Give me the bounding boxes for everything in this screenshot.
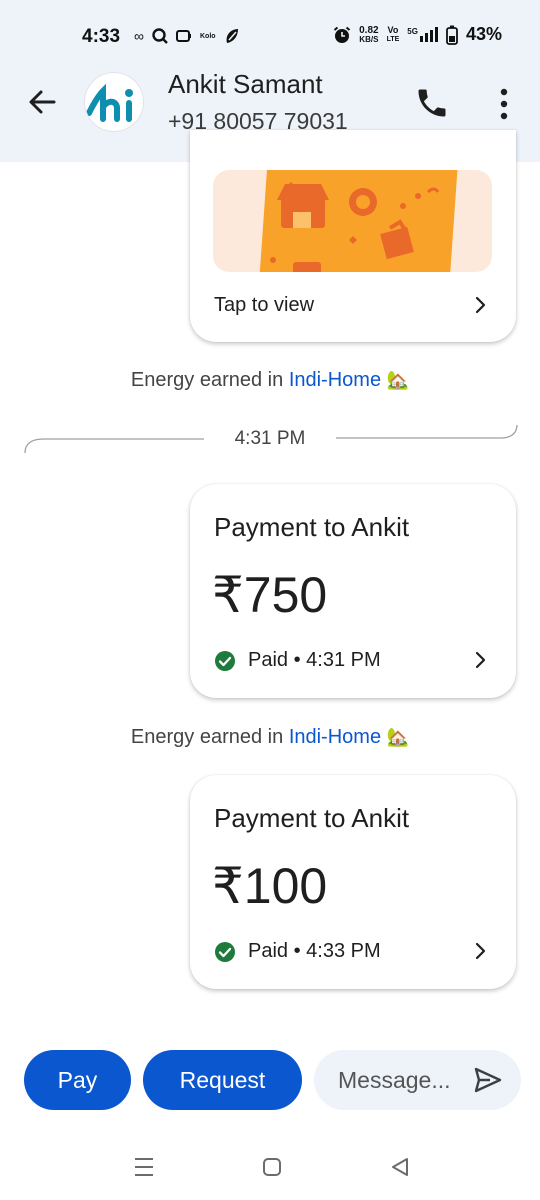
rewards-card[interactable]: Tap to view <box>190 130 516 342</box>
alarm-icon <box>333 26 351 43</box>
net-speed: 0.82 KB/S <box>359 24 379 44</box>
hi-logo-icon <box>86 83 133 122</box>
payment-card[interactable]: Payment to Ankit ₹750 Paid • 4:31 PM <box>190 484 516 698</box>
volte-bottom: LTE <box>386 35 400 43</box>
request-button[interactable]: Request <box>143 1050 302 1110</box>
battery-icon <box>446 25 458 45</box>
leaf-icon <box>226 29 238 43</box>
back-triangle-icon[interactable] <box>390 1156 410 1178</box>
energy-prefix: Energy earned in <box>130 726 284 748</box>
net-speed-value: 0.82 <box>359 24 379 36</box>
payment-amount: ₹750 <box>212 567 328 623</box>
indi-home-link[interactable]: Indi-Home <box>289 369 381 391</box>
payment-title: Payment to Ankit <box>214 512 410 542</box>
chevron-right-icon <box>475 296 486 314</box>
check-circle-icon <box>215 941 235 962</box>
battery-percent: 43% <box>465 24 502 44</box>
reward-scratch-card-icon <box>259 170 458 272</box>
payment-amount: ₹100 <box>212 858 328 914</box>
chevron-right-icon <box>475 651 486 669</box>
house-icon: 🏡 <box>386 370 410 390</box>
phone-icon[interactable] <box>414 85 450 121</box>
status-left-icons: ∞ Kolo <box>134 27 240 45</box>
payment-status-text: Paid • 4:31 PM <box>248 649 381 671</box>
search-circle-icon <box>152 28 168 44</box>
status-bar: 4:33 ∞ Kolo 0.82 KB/S Vo LTE 5G 43% <box>0 0 540 62</box>
message-placeholder: Message... <box>338 1067 451 1093</box>
status-right-icons: 0.82 KB/S Vo LTE 5G 43% <box>333 24 502 45</box>
back-arrow-icon[interactable] <box>24 84 60 120</box>
send-icon[interactable] <box>473 1065 503 1095</box>
more-vertical-icon[interactable] <box>490 84 518 124</box>
check-circle-icon <box>215 650 235 671</box>
volte-indicator: Vo LTE <box>386 24 400 44</box>
contact-name[interactable]: Ankit Samant <box>168 69 323 100</box>
system-nav-bar <box>0 1140 540 1200</box>
screen-record-icon <box>175 30 191 42</box>
signal-icon: 5G <box>407 27 438 42</box>
status-time: 4:33 <box>82 26 121 47</box>
energy-prefix: Energy earned in <box>130 369 284 391</box>
tap-to-view-label: Tap to view <box>214 294 315 316</box>
divider-right <box>336 424 518 439</box>
avatar[interactable] <box>84 72 144 132</box>
payment-card[interactable]: Payment to Ankit ₹100 Paid • 4:33 PM <box>190 775 516 989</box>
net-speed-unit: KB/S <box>359 34 379 44</box>
volte-top: Vo <box>387 24 399 35</box>
energy-earned-note: Energy earned in Indi-Home 🏡 <box>0 369 540 392</box>
recents-menu-icon[interactable] <box>134 1156 154 1178</box>
house-icon: 🏡 <box>386 727 410 747</box>
indi-home-link[interactable]: Indi-Home <box>289 726 381 748</box>
payment-status: Paid • 4:31 PM <box>214 649 381 672</box>
home-icon[interactable] <box>262 1156 282 1178</box>
rewards-card-image <box>213 170 492 272</box>
payment-title: Payment to Ankit <box>214 803 410 833</box>
pay-button[interactable]: Pay <box>24 1050 131 1110</box>
payment-status: Paid • 4:33 PM <box>214 940 381 963</box>
energy-earned-note: Energy earned in Indi-Home 🏡 <box>0 726 540 749</box>
app-label: Kolo <box>199 32 216 40</box>
infinity-icon: ∞ <box>134 28 144 44</box>
network-type: 5G <box>407 27 418 36</box>
chevron-right-icon <box>475 942 486 960</box>
message-input[interactable]: Message... <box>314 1050 521 1110</box>
payment-status-text: Paid • 4:33 PM <box>248 940 381 962</box>
